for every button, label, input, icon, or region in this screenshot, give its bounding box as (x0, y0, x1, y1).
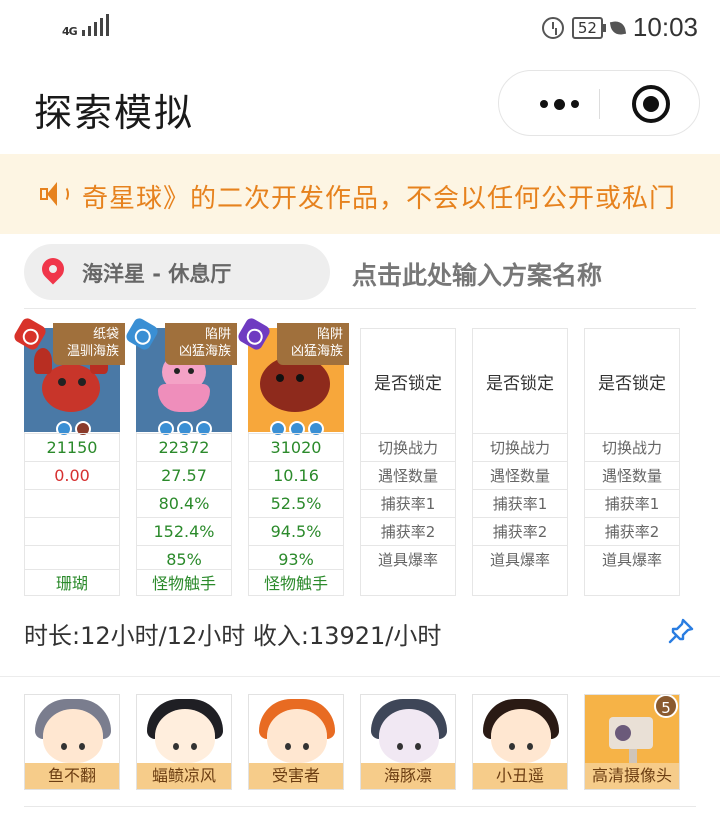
drop-label: 道具爆率 (361, 545, 455, 573)
helper-card[interactable]: 小丑遥 (472, 694, 568, 790)
encounter-label: 遇怪数量 (585, 461, 679, 489)
count-badge: 5 (654, 695, 678, 718)
pet-capture1: 52.5% (249, 489, 343, 517)
pet-capture2 (25, 517, 119, 545)
location-selector[interactable]: 海洋星 - 休息厅 (24, 244, 330, 300)
signal-icon: 4G (62, 14, 109, 38)
more-button[interactable] (529, 71, 589, 137)
more-dot-icon (539, 100, 548, 108)
power-label: 切换战力 (361, 433, 455, 461)
empty-slot[interactable]: 是否锁定 切换战力 遇怪数量 捕获率1 捕获率2 道具爆率 (472, 328, 568, 596)
pet-tag-race: 凶猛海族 (178, 344, 231, 359)
pushpin-icon[interactable] (668, 618, 694, 644)
encounter-label: 遇怪数量 (361, 461, 455, 489)
empty-slot[interactable]: 是否锁定 切换战力 遇怪数量 捕获率1 捕获率2 道具爆率 (584, 328, 680, 596)
more-dot-icon (570, 100, 579, 108)
pet-encounter: 27.57 (137, 461, 231, 489)
capsule-divider (599, 89, 600, 119)
helper-name: 小丑遥 (473, 763, 567, 789)
capture1-label: 捕获率1 (473, 489, 567, 517)
pet-slot[interactable]: 陷阱 凶猛海族 22372 27.57 80.4% 152.4% 85% 怪物触… (136, 323, 237, 597)
helper-name: 受害者 (249, 763, 343, 789)
network-type: 4G (62, 25, 78, 38)
power-label: 切换战力 (585, 433, 679, 461)
pet-tag-race: 温驯海族 (66, 344, 119, 359)
plan-name-input[interactable]: 点击此处输入方案名称 (352, 256, 602, 292)
team-panel: 纸袋 温驯海族 21150 0.00 珊瑚 陷阱 凶猛海族 22372 27.5… (24, 322, 696, 598)
helper-card[interactable]: 蝠鲼凉风 (136, 694, 232, 790)
status-bar: 4G 52 10:03 (0, 0, 720, 52)
title-bar: 探索模拟 (0, 56, 720, 152)
pet-skill: 珊瑚 (25, 569, 119, 597)
divider (24, 806, 696, 807)
helper-name: 高清摄像头 (585, 763, 679, 789)
pet-tag-item: 陷阱 (316, 327, 343, 342)
page-title: 探索模拟 (34, 91, 195, 135)
drop-label: 道具爆率 (473, 545, 567, 573)
leaf-icon (609, 19, 627, 36)
divider (0, 676, 720, 677)
capture1-label: 捕获率1 (585, 489, 679, 517)
helper-card[interactable]: 海豚凛 (360, 694, 456, 790)
empty-slot[interactable]: 是否锁定 切换战力 遇怪数量 捕获率1 捕获率2 道具爆率 (360, 328, 456, 596)
more-dot-icon (553, 98, 565, 110)
pet-capture1 (25, 489, 119, 517)
battery-icon: 52 (571, 16, 607, 39)
divider (24, 308, 696, 309)
helper-name: 鱼不翻 (25, 763, 119, 789)
pet-tag: 纸袋 温驯海族 (53, 323, 125, 365)
location-name: 海洋星 - 休息厅 (82, 262, 232, 286)
capture2-label: 捕获率2 (585, 517, 679, 545)
clock: 10:03 (632, 12, 698, 42)
pet-capture2: 152.4% (137, 517, 231, 545)
pet-power: 21150 (25, 433, 119, 461)
helper-card[interactable]: 鱼不翻 (24, 694, 120, 790)
lock-toggle[interactable]: 是否锁定 (361, 329, 455, 433)
pet-skill: 怪物触手 (137, 569, 231, 597)
pet-encounter: 10.16 (249, 461, 343, 489)
close-miniapp-button[interactable] (632, 85, 670, 123)
notice-bar: 奇星球》的二次开发作品，不会以任何公开或私门 (0, 154, 720, 234)
helper-name: 蝠鲼凉风 (137, 763, 231, 789)
summary-text: 时长:12小时/12小时 收入:13921/小时 (24, 622, 442, 650)
lock-toggle[interactable]: 是否锁定 (473, 329, 567, 433)
pet-capture2: 94.5% (249, 517, 343, 545)
pet-capture1: 80.4% (137, 489, 231, 517)
pet-tag-item: 陷阱 (204, 327, 231, 342)
pet-slot[interactable]: 陷阱 凶猛海族 31020 10.16 52.5% 94.5% 93% 怪物触手 (248, 323, 349, 597)
pet-slot[interactable]: 纸袋 温驯海族 21150 0.00 珊瑚 (24, 323, 125, 597)
pet-skill: 怪物触手 (249, 569, 343, 597)
pet-encounter: 0.00 (25, 461, 119, 489)
helper-card[interactable]: 受害者 (248, 694, 344, 790)
notice-text: 奇星球》的二次开发作品，不会以任何公开或私门 (82, 184, 677, 214)
pet-tag: 陷阱 凶猛海族 (277, 323, 349, 365)
pet-tag: 陷阱 凶猛海族 (165, 323, 237, 365)
drop-label: 道具爆率 (585, 545, 679, 573)
pet-power: 31020 (249, 433, 343, 461)
location-pin-icon (37, 253, 69, 285)
speaker-icon (40, 182, 70, 208)
location-row: 海洋星 - 休息厅 点击此处输入方案名称 (0, 244, 720, 304)
alarm-icon (541, 16, 564, 39)
helper-list: 鱼不翻 蝠鲼凉风 受害者 海豚凛 小丑遥 高清摄像头 5 (24, 694, 696, 794)
pet-tag-race: 凶猛海族 (290, 344, 343, 359)
capture1-label: 捕获率1 (361, 489, 455, 517)
capture2-label: 捕获率2 (473, 517, 567, 545)
pet-power: 22372 (137, 433, 231, 461)
pet-tag-item: 纸袋 (92, 327, 119, 342)
lock-toggle[interactable]: 是否锁定 (585, 329, 679, 433)
encounter-label: 遇怪数量 (473, 461, 567, 489)
helper-card[interactable]: 高清摄像头 5 (584, 694, 680, 790)
helper-name: 海豚凛 (361, 763, 455, 789)
miniapp-capsule (498, 70, 700, 136)
power-label: 切换战力 (473, 433, 567, 461)
capture2-label: 捕获率2 (361, 517, 455, 545)
